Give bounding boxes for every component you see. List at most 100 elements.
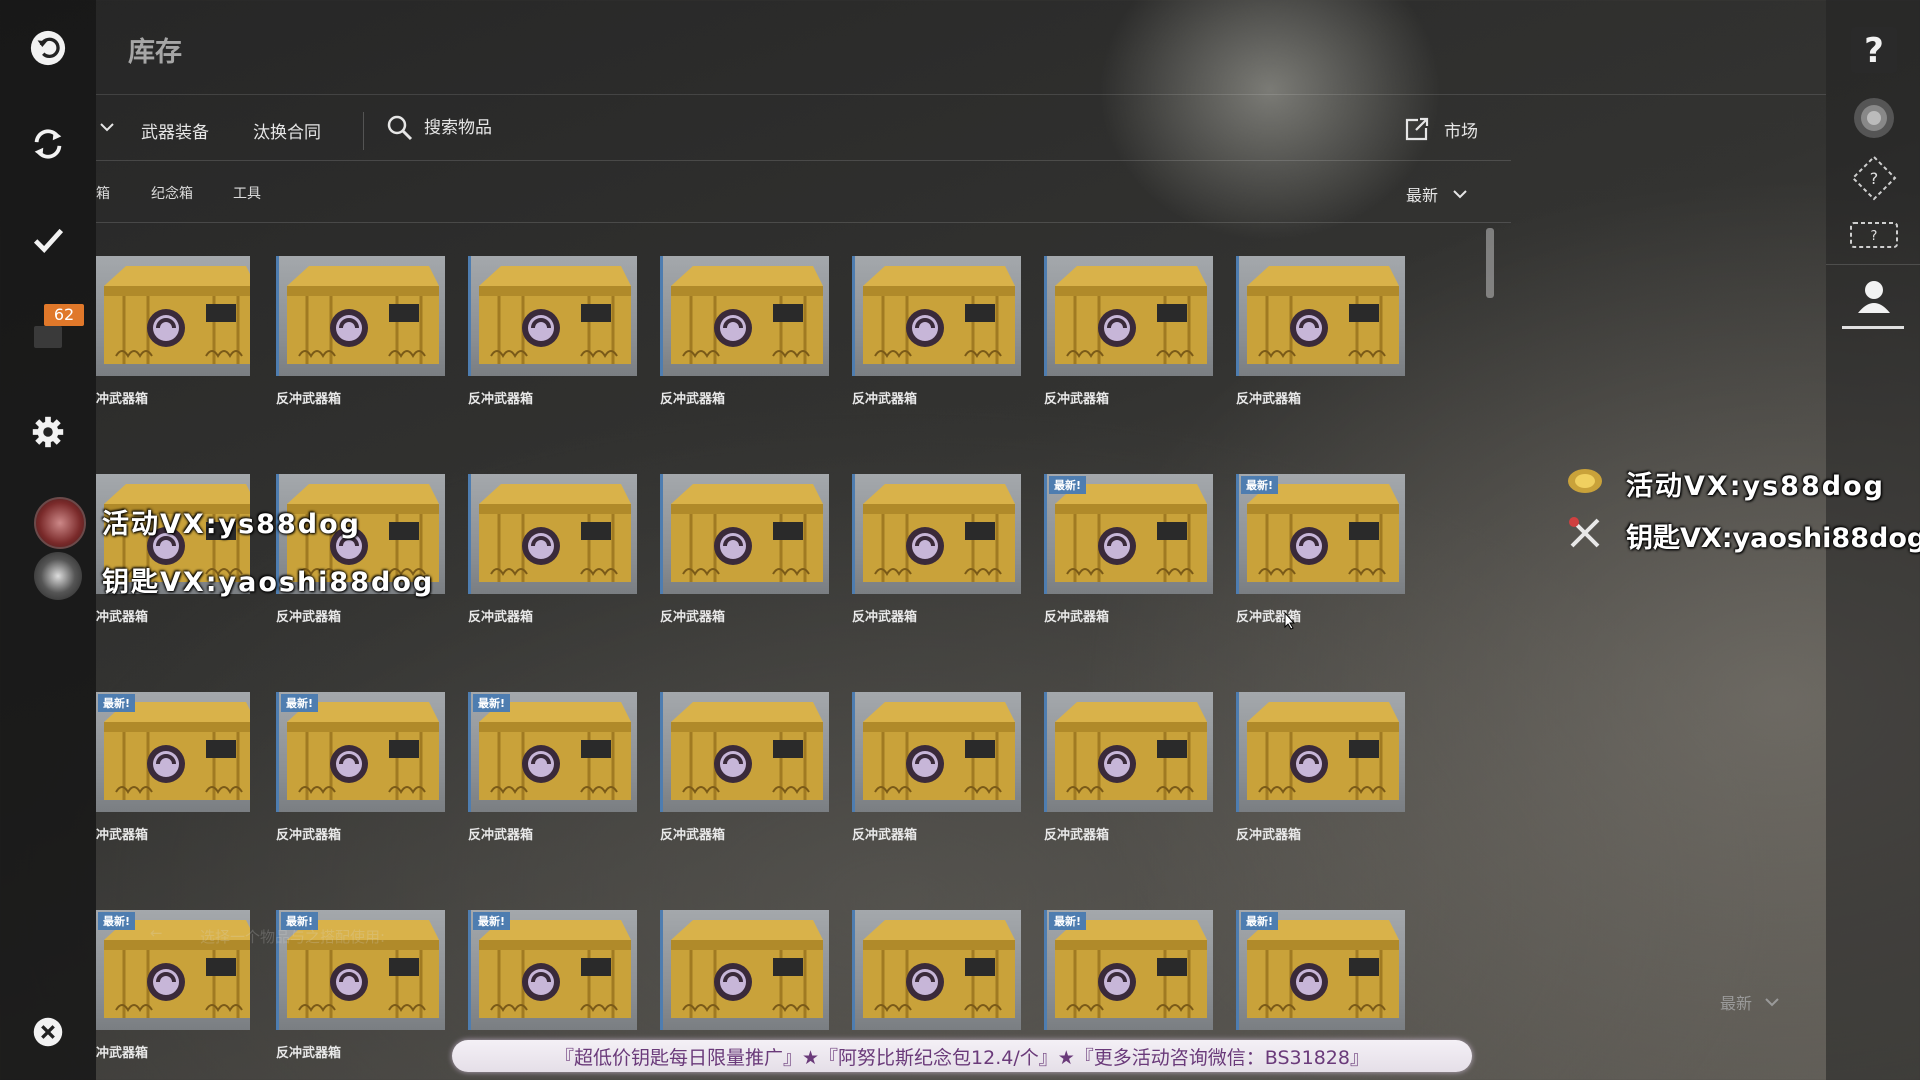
item-name: 反冲武器箱 [276, 610, 342, 625]
weapon-case-icon [863, 920, 1015, 1018]
inventory-item[interactable]: 反冲武器箱 [1044, 256, 1213, 456]
item-image [852, 692, 1021, 812]
bottom-sort-dropdown[interactable]: 最新 [1720, 990, 1780, 1014]
item-name: 反冲武器箱 [1044, 828, 1110, 843]
user-icon [1858, 281, 1890, 313]
checkmark-icon [33, 228, 64, 253]
ghost-hint-arrow: ← [150, 924, 163, 942]
weapon-case-icon [1055, 266, 1207, 364]
subtab-cases[interactable]: 箱 [96, 183, 110, 203]
search-input[interactable] [422, 117, 646, 139]
notification-badge: 62 [44, 304, 84, 326]
tab-weapons[interactable]: 武器装备 [141, 118, 209, 143]
profile-button[interactable] [1846, 270, 1902, 326]
new-item-tag: 最新! [1241, 476, 1279, 494]
item-image: 最新! [1236, 474, 1405, 594]
inventory-item[interactable]: 最新! 反冲武器箱 [468, 692, 637, 892]
inventory-icon[interactable] [34, 326, 62, 348]
item-name: 反冲武器箱 [660, 828, 726, 843]
weapon-case-icon [671, 920, 823, 1018]
item-name: 反冲武器箱 [468, 610, 534, 625]
new-item-tag: 最新! [98, 912, 136, 930]
close-button[interactable] [28, 1012, 68, 1052]
item-image: 最新! [1044, 474, 1213, 594]
rank-medal-button[interactable] [1846, 90, 1902, 146]
inventory-item[interactable]: 冲武器箱 [96, 256, 262, 456]
item-name: 反冲武器箱 [1044, 610, 1110, 625]
inventory-item[interactable]: 最新!反冲武器箱 [1236, 474, 1405, 674]
subtab-souvenir[interactable]: 纪念箱 [151, 183, 193, 203]
sort-label: 最新 [1406, 186, 1439, 205]
promo-ticker: 『超低价钥匙每日限量推广』★『阿努比斯纪念包12.4/个』★『更多活动咨询微信：… [452, 1040, 1472, 1072]
mouse-cursor-icon [1284, 612, 1296, 630]
weapon-case-icon [863, 266, 1015, 364]
ghost-hint: 选择一个物品与之搭配使用: [200, 928, 386, 946]
inventory-item[interactable]: 反冲武器箱 [1236, 692, 1405, 892]
market-link[interactable]: 市场 [1404, 116, 1478, 142]
item-name: 反冲武器箱 [852, 828, 918, 843]
item-name: 反冲武器箱 [660, 392, 726, 407]
unknown-slot-button[interactable]: ? [1846, 206, 1902, 262]
weapon-case-icon [479, 484, 631, 582]
close-icon [33, 1017, 63, 1047]
overlay-right-line2: 钥匙VX:yaoshi88dog [1626, 523, 1920, 554]
item-image [660, 256, 829, 376]
inventory-item[interactable]: 最新! 反冲武器箱 [276, 692, 445, 892]
inventory-item[interactable]: 反冲武器箱 [852, 256, 1021, 456]
item-image: 最新! [1236, 910, 1405, 1030]
item-image: 最新! [276, 692, 445, 812]
item-name: 冲武器箱 [96, 392, 149, 407]
item-image [660, 910, 829, 1030]
inventory-item[interactable]: 反冲武器箱 [660, 474, 829, 674]
item-name: 反冲武器箱 [468, 828, 534, 843]
help-button[interactable]: ? [1846, 22, 1902, 78]
new-item-tag: 最新! [1049, 476, 1087, 494]
new-item-tag: 最新! [473, 694, 511, 712]
chevron-down-icon[interactable] [100, 120, 114, 134]
chevron-down-icon [1453, 190, 1467, 199]
item-name: 反冲武器箱 [276, 392, 342, 407]
inventory-item[interactable]: 反冲武器箱 [468, 256, 637, 456]
subtab-tools[interactable]: 工具 [233, 183, 261, 203]
item-name: 冲武器箱 [96, 828, 149, 843]
item-name: 反冲武器箱 [1044, 392, 1110, 407]
back-button[interactable] [28, 28, 68, 68]
dashed-diamond-icon: ? [1851, 155, 1897, 201]
weapon-case-icon [104, 266, 250, 364]
item-name: 反冲武器箱 [276, 1046, 342, 1061]
inventory-item[interactable]: 反冲武器箱 [468, 474, 637, 674]
weapon-case-icon [287, 266, 439, 364]
refresh-button[interactable] [28, 124, 68, 164]
item-name: 反冲武器箱 [468, 392, 534, 407]
inventory-item[interactable]: 反冲武器箱 [1044, 692, 1213, 892]
grid-scrollbar[interactable] [1486, 228, 1494, 298]
inventory-item[interactable]: 反冲武器箱 [276, 256, 445, 456]
new-item-tag: 最新! [281, 694, 319, 712]
item-image [1044, 256, 1213, 376]
inventory-item[interactable]: 反冲武器箱 [660, 692, 829, 892]
sort-dropdown[interactable]: 最新 [1406, 182, 1468, 206]
bottom-sort-label: 最新 [1720, 994, 1753, 1013]
weapon-case-icon [671, 702, 823, 800]
unknown-rank-button[interactable]: ? [1846, 150, 1902, 206]
item-name: 反冲武器箱 [276, 828, 342, 843]
tab-trade-up[interactable]: 汰换合同 [253, 118, 321, 143]
new-item-tag: 最新! [1241, 912, 1279, 930]
inventory-grid: 冲武器箱 反冲武器箱 反冲武器箱 反冲武器箱 反冲武器箱 反冲武器箱 反冲武器箱 冲武器箱 反冲… [96, 256, 1436, 1080]
settings-button[interactable] [28, 412, 68, 452]
inventory-item[interactable]: 最新! 反冲武器箱 [1044, 474, 1213, 674]
inventory-item[interactable]: 反冲武器箱 [852, 474, 1021, 674]
inventory-item[interactable]: 反冲武器箱 [1236, 256, 1405, 456]
gear-icon [32, 416, 64, 448]
inventory-item[interactable]: 最新! 冲武器箱 [96, 692, 262, 892]
confirm-button[interactable] [28, 220, 68, 260]
item-image [852, 256, 1021, 376]
item-image [1236, 256, 1405, 376]
market-label: 市场 [1444, 121, 1478, 142]
inventory-item[interactable]: 反冲武器箱 [852, 692, 1021, 892]
search-bar[interactable] [386, 114, 646, 142]
right-divider [1826, 264, 1920, 265]
svg-text:?: ? [1870, 169, 1879, 188]
inventory-item[interactable]: 反冲武器箱 [660, 256, 829, 456]
svg-text:?: ? [1871, 229, 1878, 244]
